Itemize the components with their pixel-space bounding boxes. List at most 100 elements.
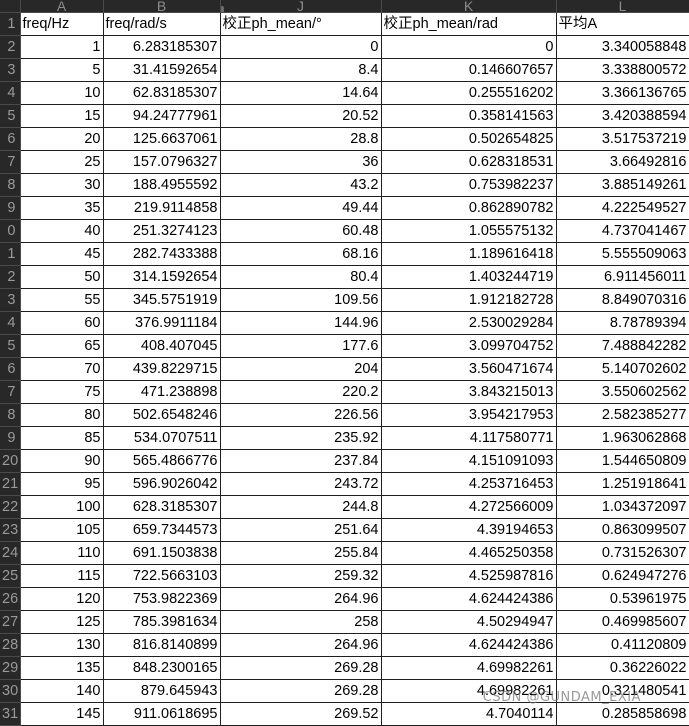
cell-ph-rad[interactable]: 1.055575132: [381, 219, 557, 243]
cell-ph-rad[interactable]: 4.465250358: [381, 541, 557, 565]
cell-ph-deg[interactable]: 28.8: [220, 127, 382, 151]
cell-freq-hz[interactable]: 1: [20, 35, 104, 59]
cell-freq-hz[interactable]: 20: [20, 127, 104, 151]
cell-ph-deg[interactable]: 264.96: [220, 587, 382, 611]
cell-freq-hz[interactable]: 125: [20, 610, 104, 634]
cell-freq-hz[interactable]: 95: [20, 472, 104, 496]
cell-ph-deg[interactable]: 36: [220, 150, 382, 174]
cell-freq-rad[interactable]: 439.8229715: [103, 357, 221, 381]
cell-ph-deg[interactable]: 269.52: [220, 702, 382, 726]
row-number[interactable]: 1: [0, 12, 21, 36]
cell-freq-hz[interactable]: 70: [20, 357, 104, 381]
column-header-j[interactable]: J: [220, 0, 382, 13]
cell-avg-a[interactable]: 3.420388594: [556, 104, 689, 128]
cell-avg-a[interactable]: 0.469985607: [556, 610, 689, 634]
cell-freq-rad[interactable]: 188.4955592: [103, 173, 221, 197]
row-number[interactable]: 21: [0, 472, 21, 496]
cell-freq-rad[interactable]: 62.83185307: [103, 81, 221, 105]
cell-freq-rad[interactable]: 314.1592654: [103, 265, 221, 289]
cell-freq-rad[interactable]: 596.9026042: [103, 472, 221, 496]
cell-ph-deg[interactable]: 220.2: [220, 380, 382, 404]
row-number[interactable]: 4: [0, 81, 21, 105]
cell-freq-hz[interactable]: 145: [20, 702, 104, 726]
column-header-a[interactable]: A: [20, 0, 104, 13]
cell-header-freq-hz[interactable]: freq/Hz: [20, 12, 104, 36]
cell-ph-deg[interactable]: 43.2: [220, 173, 382, 197]
row-number[interactable]: 5: [0, 334, 21, 358]
cell-avg-a[interactable]: 0.731526307: [556, 541, 689, 565]
cell-header-freq-rad[interactable]: freq/rad/s: [103, 12, 221, 36]
cell-freq-rad[interactable]: 125.6637061: [103, 127, 221, 151]
row-number[interactable]: 27: [0, 610, 21, 634]
cell-freq-hz[interactable]: 80: [20, 403, 104, 427]
cell-ph-deg[interactable]: 269.28: [220, 679, 382, 703]
cell-freq-hz[interactable]: 30: [20, 173, 104, 197]
row-number[interactable]: 3: [0, 58, 21, 82]
row-number[interactable]: 9: [0, 426, 21, 450]
row-number[interactable]: 8: [0, 403, 21, 427]
cell-freq-rad[interactable]: 282.7433388: [103, 242, 221, 266]
cell-ph-rad[interactable]: 0.862890782: [381, 196, 557, 220]
cell-ph-rad[interactable]: 4.69982261: [381, 679, 557, 703]
row-number[interactable]: 2: [0, 35, 21, 59]
row-number[interactable]: 28: [0, 633, 21, 657]
row-number[interactable]: 7: [0, 380, 21, 404]
cell-ph-deg[interactable]: 255.84: [220, 541, 382, 565]
cell-header-avg-a[interactable]: 平均A: [556, 12, 689, 36]
cell-freq-rad[interactable]: 691.1503838: [103, 541, 221, 565]
cell-ph-rad[interactable]: 3.560471674: [381, 357, 557, 381]
cell-freq-hz[interactable]: 55: [20, 288, 104, 312]
cell-ph-rad[interactable]: 4.525987816: [381, 564, 557, 588]
cell-avg-a[interactable]: 5.555509063: [556, 242, 689, 266]
row-number[interactable]: 0: [0, 219, 21, 243]
row-number[interactable]: 29: [0, 656, 21, 680]
cell-avg-a[interactable]: 0.321480541: [556, 679, 689, 703]
cell-header-ph-deg[interactable]: 校正ph_mean/°: [220, 12, 382, 36]
cell-ph-rad[interactable]: 0.628318531: [381, 150, 557, 174]
cell-avg-a[interactable]: 6.911456011: [556, 265, 689, 289]
cell-ph-deg[interactable]: 204: [220, 357, 382, 381]
cell-freq-rad[interactable]: 471.238898: [103, 380, 221, 404]
cell-ph-rad[interactable]: 4.50294947: [381, 610, 557, 634]
cell-freq-rad[interactable]: 628.3185307: [103, 495, 221, 519]
cell-ph-rad[interactable]: 0.753982237: [381, 173, 557, 197]
cell-ph-rad[interactable]: 4.39194653: [381, 518, 557, 542]
cell-avg-a[interactable]: 0.53961975: [556, 587, 689, 611]
row-number[interactable]: 26: [0, 587, 21, 611]
cell-avg-a[interactable]: 0.285858698: [556, 702, 689, 726]
cell-freq-hz[interactable]: 130: [20, 633, 104, 657]
cell-ph-rad[interactable]: 0.358141563: [381, 104, 557, 128]
cell-freq-rad[interactable]: 94.24777961: [103, 104, 221, 128]
cell-ph-deg[interactable]: 49.44: [220, 196, 382, 220]
cell-avg-a[interactable]: 0.41120809: [556, 633, 689, 657]
cell-ph-rad[interactable]: 0: [381, 35, 557, 59]
cell-avg-a[interactable]: 8.849070316: [556, 288, 689, 312]
cell-ph-deg[interactable]: 226.56: [220, 403, 382, 427]
cell-freq-rad[interactable]: 157.0796327: [103, 150, 221, 174]
column-header-l[interactable]: L: [556, 0, 689, 13]
cell-freq-rad[interactable]: 816.8140899: [103, 633, 221, 657]
cell-avg-a[interactable]: 1.963062868: [556, 426, 689, 450]
cell-freq-hz[interactable]: 65: [20, 334, 104, 358]
cell-freq-hz[interactable]: 105: [20, 518, 104, 542]
cell-freq-rad[interactable]: 31.41592654: [103, 58, 221, 82]
row-number[interactable]: 8: [0, 173, 21, 197]
row-number[interactable]: 31: [0, 702, 21, 726]
cell-freq-hz[interactable]: 120: [20, 587, 104, 611]
cell-ph-deg[interactable]: 109.56: [220, 288, 382, 312]
cell-ph-deg[interactable]: 235.92: [220, 426, 382, 450]
cell-ph-rad[interactable]: 1.403244719: [381, 265, 557, 289]
cell-freq-rad[interactable]: 753.9822369: [103, 587, 221, 611]
cell-ph-deg[interactable]: 80.4: [220, 265, 382, 289]
cell-ph-deg[interactable]: 251.64: [220, 518, 382, 542]
cell-ph-deg[interactable]: 144.96: [220, 311, 382, 335]
cell-freq-rad[interactable]: 251.3274123: [103, 219, 221, 243]
cell-avg-a[interactable]: 3.366136765: [556, 81, 689, 105]
cell-freq-rad[interactable]: 659.7344573: [103, 518, 221, 542]
cell-freq-hz[interactable]: 50: [20, 265, 104, 289]
cell-ph-rad[interactable]: 4.272566009: [381, 495, 557, 519]
cell-freq-rad[interactable]: 219.9114858: [103, 196, 221, 220]
cell-ph-deg[interactable]: 259.32: [220, 564, 382, 588]
cell-freq-rad[interactable]: 848.2300165: [103, 656, 221, 680]
cell-ph-rad[interactable]: 0.146607657: [381, 58, 557, 82]
